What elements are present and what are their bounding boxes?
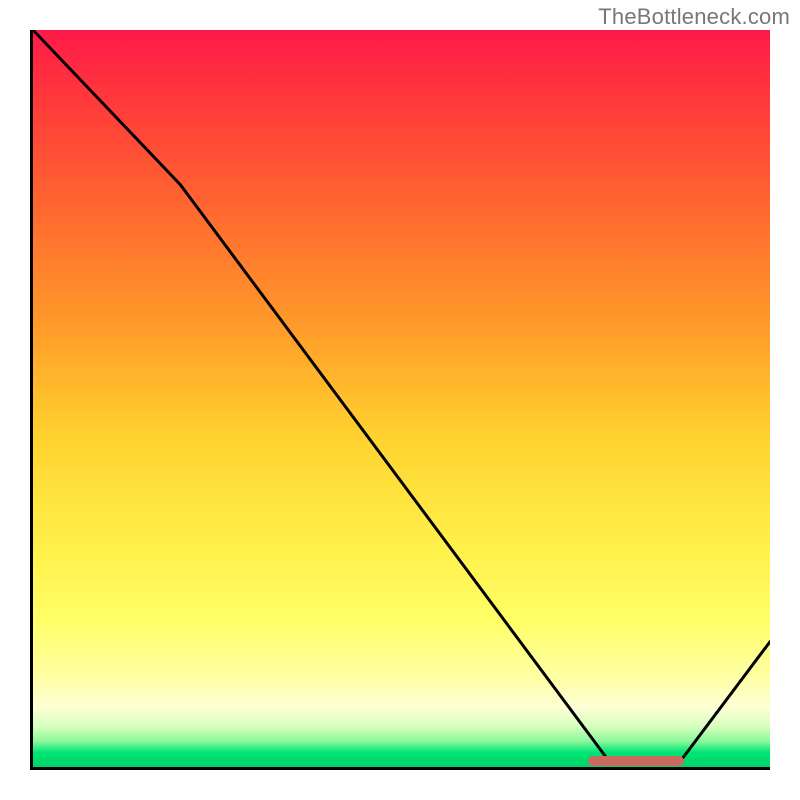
curve-path <box>33 30 770 760</box>
plot-area <box>30 30 770 770</box>
watermark-text: TheBottleneck.com <box>598 4 790 30</box>
optimal-range-marker <box>588 756 684 766</box>
chart-canvas: TheBottleneck.com <box>0 0 800 800</box>
bottleneck-curve <box>33 30 770 767</box>
